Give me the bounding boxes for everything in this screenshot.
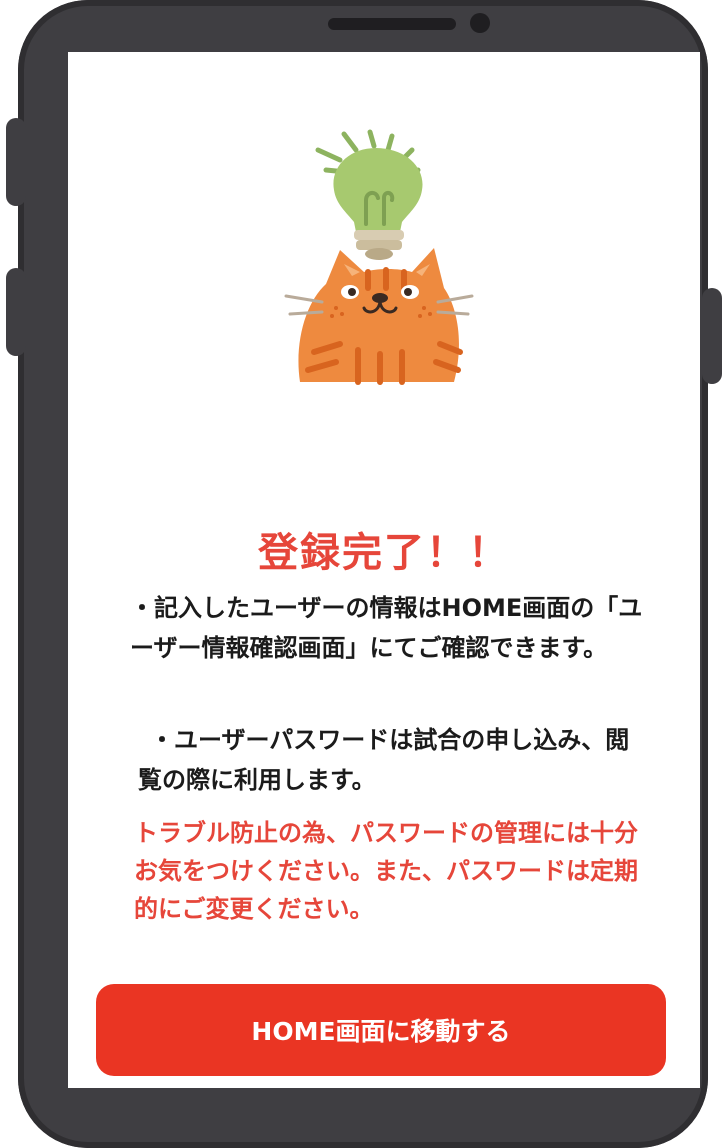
- side-button-right: [702, 288, 722, 384]
- phone-frame: 登録完了！！ ・記入したユーザーの情報はHOME画面の「ユーザー情報確認画面」に…: [18, 0, 708, 1148]
- go-home-button[interactable]: HOME画面に移動する: [96, 984, 666, 1076]
- password-warning: トラブル防止の為、パスワードの管理には十分お気をつけください。また、パスワードは…: [134, 819, 638, 923]
- cat-with-lightbulb-icon: [284, 129, 474, 385]
- side-button-left-upper: [6, 118, 26, 206]
- phone-screen: 登録完了！！ ・記入したユーザーの情報はHOME画面の「ユーザー情報確認画面」に…: [68, 52, 700, 1088]
- front-camera: [470, 13, 490, 33]
- user-info-note: ・記入したユーザーの情報はHOME画面の「ユーザー情報確認画面」にてご確認できま…: [130, 594, 643, 662]
- side-button-left-lower: [6, 268, 26, 356]
- password-usage-note: ・ユーザーパスワードは試合の申し込み、閲覧の際に利用します。: [138, 726, 630, 794]
- speaker-slot: [328, 18, 456, 30]
- completion-title: 登録完了！！: [258, 530, 510, 576]
